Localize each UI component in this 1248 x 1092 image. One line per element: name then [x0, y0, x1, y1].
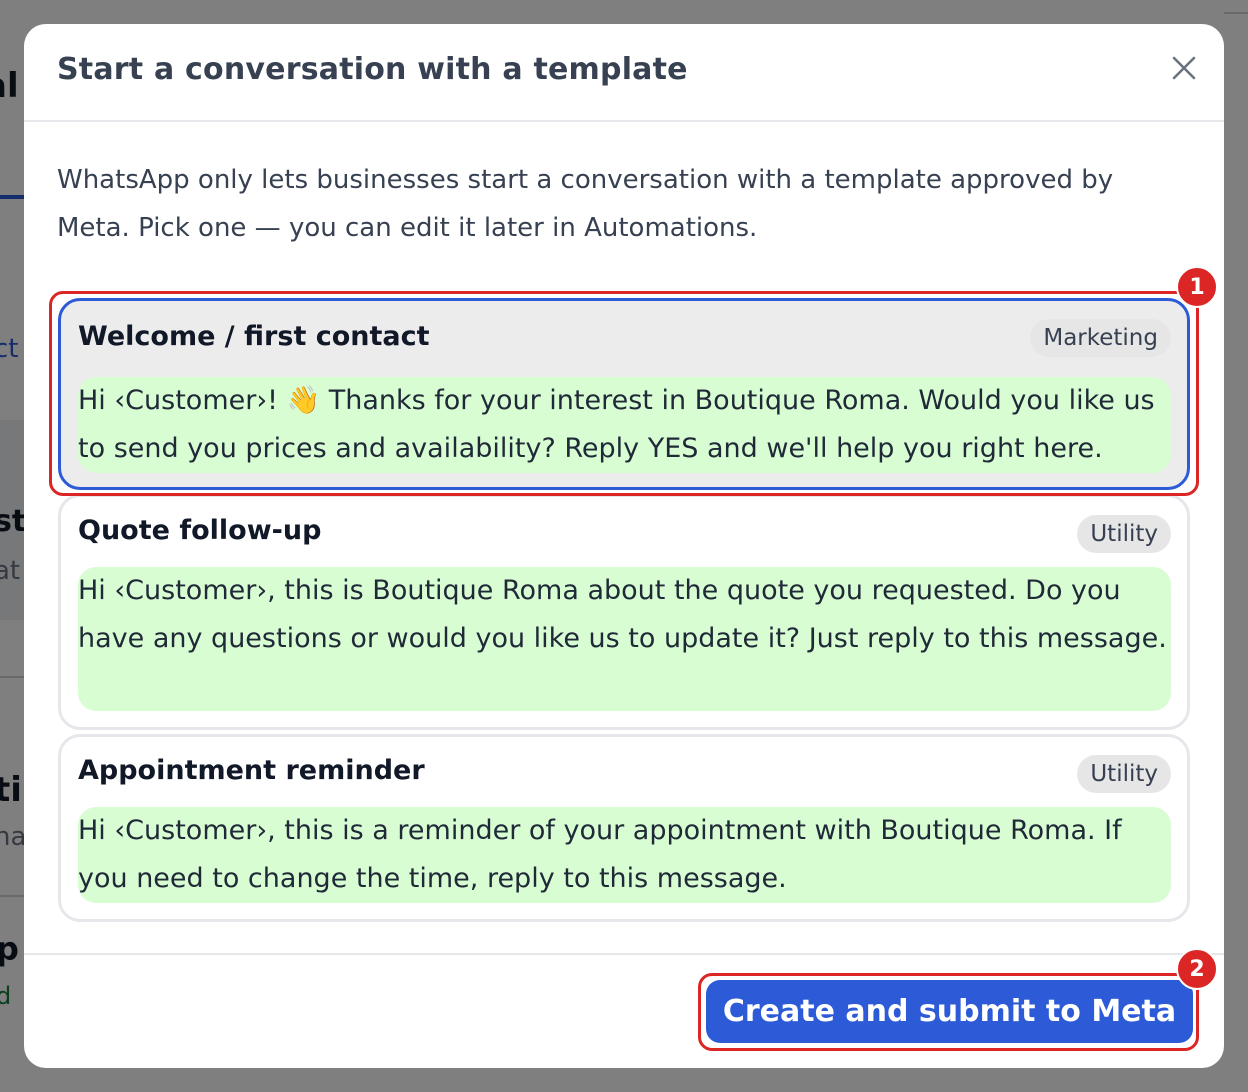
template-card-welcome[interactable]: Welcome / first contact Marketing Hi ‹Cu…: [58, 298, 1190, 490]
template-category-badge: Marketing: [1030, 319, 1171, 357]
template-name: Appointment reminder: [78, 755, 425, 786]
template-card-quote-follow-up[interactable]: Quote follow-up Utility Hi ‹Customer›, t…: [58, 494, 1190, 730]
template-category-badge: Utility: [1077, 515, 1171, 553]
close-icon: [1172, 56, 1196, 80]
step-2-badge: 2: [1176, 948, 1218, 990]
modal-intro-text: WhatsApp only lets businesses start a co…: [57, 165, 1114, 243]
close-button[interactable]: [1162, 46, 1206, 90]
template-category-badge: Utility: [1077, 755, 1171, 793]
template-picker-modal: Start a conversation with a template Wha…: [24, 24, 1224, 1068]
modal-header: Start a conversation with a template: [24, 24, 1224, 122]
template-body: Hi ‹Customer›! 👋 Thanks for your interes…: [78, 377, 1171, 473]
modal-footer-divider: [24, 953, 1224, 955]
template-card-appointment-reminder[interactable]: Appointment reminder Utility Hi ‹Custome…: [58, 734, 1190, 922]
create-and-submit-button[interactable]: Create and submit to Meta: [706, 980, 1193, 1043]
template-name: Quote follow-up: [78, 515, 322, 546]
template-body: Hi ‹Customer›, this is a reminder of you…: [78, 807, 1171, 903]
step-1-badge: 1: [1176, 266, 1218, 308]
template-body: Hi ‹Customer›, this is Boutique Roma abo…: [78, 567, 1171, 711]
modal-title: Start a conversation with a template: [57, 52, 688, 87]
template-name: Welcome / first contact: [78, 321, 430, 352]
